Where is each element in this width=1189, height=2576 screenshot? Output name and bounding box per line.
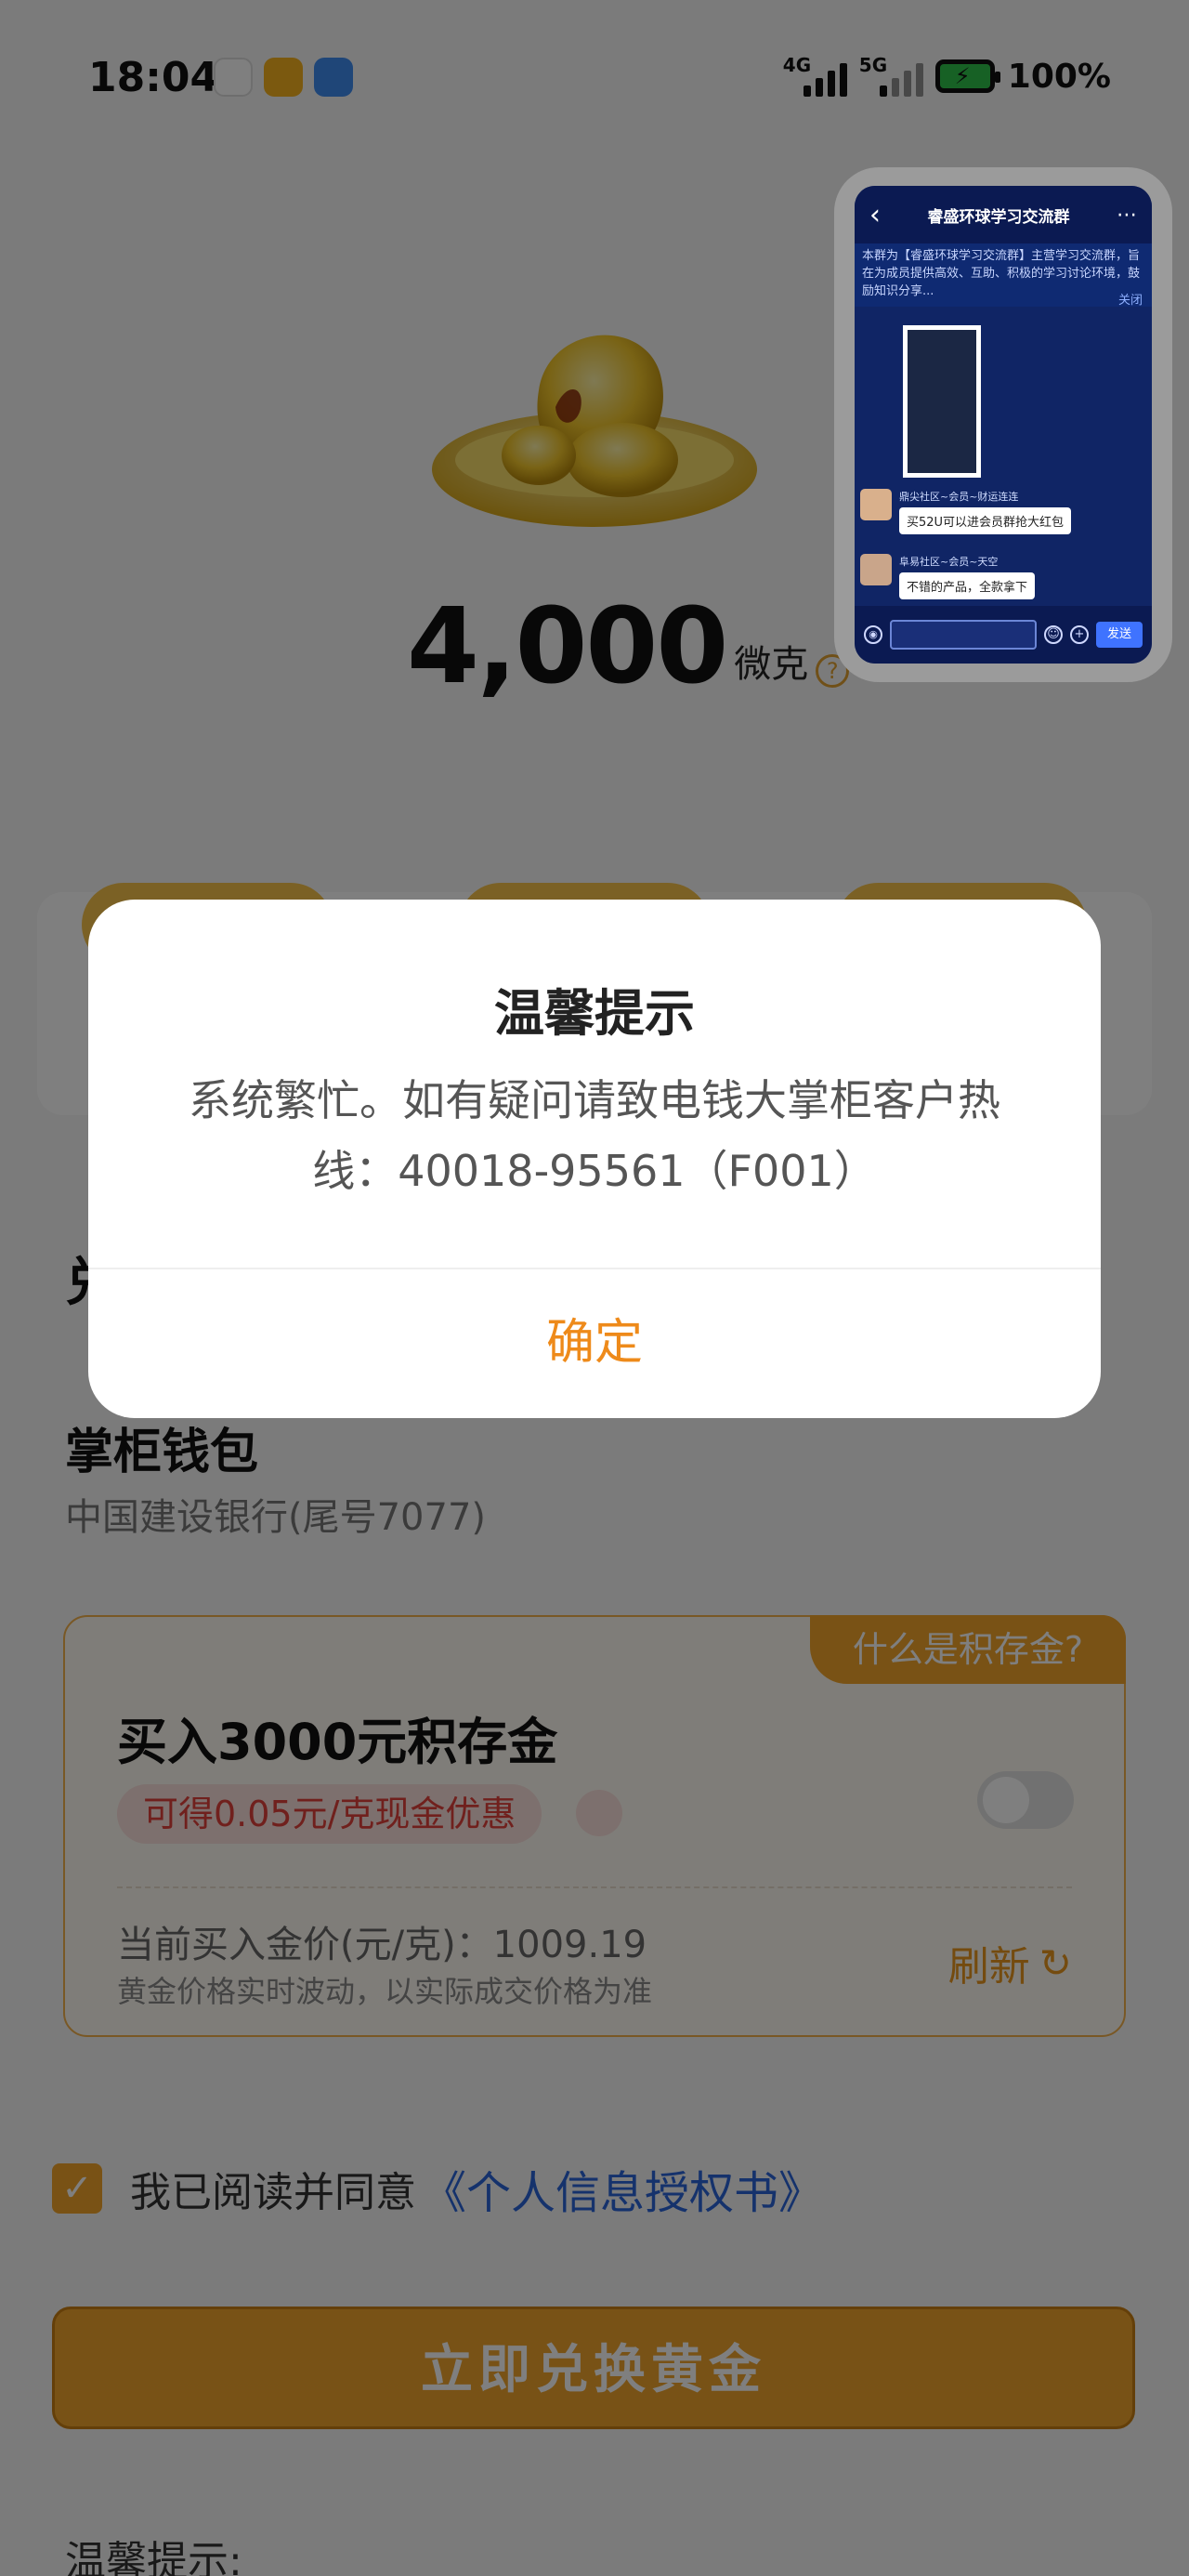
pip-shared-screenshot[interactable] bbox=[903, 325, 981, 478]
avatar bbox=[860, 554, 892, 585]
pip-message-input[interactable] bbox=[890, 620, 1037, 650]
dialog-ok-button[interactable]: 确定 bbox=[88, 1268, 1101, 1418]
pip-message-2: 阜易社区~会员~天空 不错的产品，全款拿下 bbox=[860, 554, 1036, 599]
pip-sender-1: 鼎尖社区~会员~财运连连 bbox=[899, 491, 1019, 503]
pip-send-button[interactable]: 发送 bbox=[1096, 622, 1143, 648]
pip-header: ‹ 睿盛环球学习交流群 ⋯ bbox=[855, 186, 1152, 243]
dialog-title: 温馨提示 bbox=[494, 984, 695, 1043]
voice-icon[interactable]: ◉ bbox=[864, 625, 882, 644]
dialog-message: 系统繁忙。如有疑问请致电钱大掌柜客户热线：40018-95561（F001） bbox=[189, 1075, 1000, 1196]
pip-bubble-2: 不错的产品，全款拿下 bbox=[899, 572, 1036, 599]
pip-sender-2: 阜易社区~会员~天空 bbox=[899, 556, 999, 568]
alert-dialog: 温馨提示 系统繁忙。如有疑问请致电钱大掌柜客户热线：40018-95561（F0… bbox=[88, 900, 1101, 1418]
emoji-icon[interactable]: ☺ bbox=[1044, 625, 1063, 644]
floating-window-screen: ‹ 睿盛环球学习交流群 ⋯ 本群为【睿盛环球学习交流群】主营学习交流群，旨在为成… bbox=[855, 186, 1152, 664]
pip-chat-title: 睿盛环球学习交流群 bbox=[927, 207, 1070, 227]
pip-bubble-1: 买52U可以进会员群抢大红包 bbox=[899, 507, 1072, 534]
avatar bbox=[860, 489, 892, 520]
back-icon[interactable]: ‹ bbox=[869, 199, 881, 231]
pip-message-1: 鼎尖社区~会员~财运连连 买52U可以进会员群抢大红包 bbox=[860, 489, 1072, 534]
pip-notice-close[interactable]: 关闭 bbox=[1118, 290, 1143, 308]
pip-input-bar: ◉ ☺ + 发送 bbox=[855, 606, 1152, 664]
plus-icon[interactable]: + bbox=[1070, 625, 1089, 644]
pip-group-notice: 本群为【睿盛环球学习交流群】主营学习交流群，旨在为成员提供高效、互助、积极的学习… bbox=[855, 243, 1152, 307]
more-icon[interactable]: ⋯ bbox=[1117, 204, 1137, 227]
floating-window[interactable]: ‹ 睿盛环球学习交流群 ⋯ 本群为【睿盛环球学习交流群】主营学习交流群，旨在为成… bbox=[834, 167, 1172, 682]
